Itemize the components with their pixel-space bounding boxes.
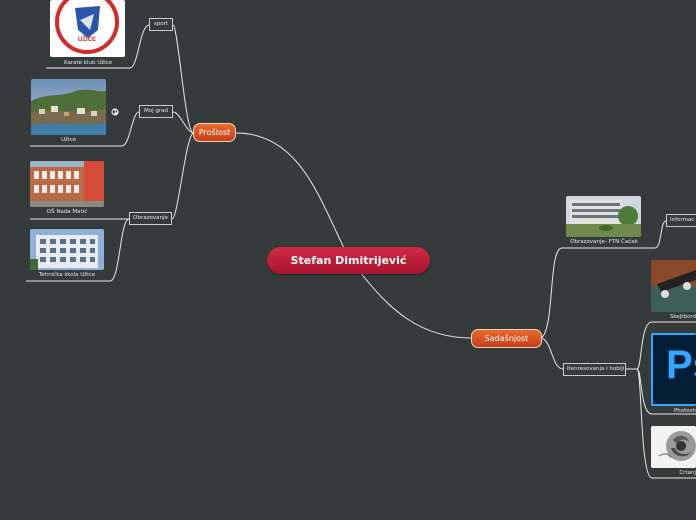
drawing-image[interactable] bbox=[651, 426, 696, 468]
uzice-image[interactable] bbox=[31, 79, 106, 135]
topic-sport[interactable]: sport bbox=[149, 18, 173, 31]
topic-education[interactable]: Obrazovanje bbox=[129, 212, 172, 225]
photoshop-image[interactable]: Ps bbox=[651, 333, 696, 406]
line-central-present bbox=[359, 271, 473, 339]
uzice-caption: Užice bbox=[61, 137, 76, 143]
globe-icon[interactable] bbox=[111, 108, 119, 116]
topic-city[interactable]: Moj grad bbox=[139, 105, 173, 118]
os-nada-matic-image[interactable] bbox=[30, 161, 104, 207]
os-nada-matic-caption: OŠ Nada Matić bbox=[46, 209, 88, 215]
skateboard-caption: Skejtbord bbox=[669, 314, 696, 320]
topic-info[interactable]: Informac bbox=[666, 214, 696, 227]
topic-interests[interactable]: Itenresovanja i hobiji bbox=[563, 363, 626, 376]
tech-school-image[interactable] bbox=[30, 229, 104, 270]
line-central-past bbox=[235, 132, 346, 251]
drawing-caption: Crtanj bbox=[679, 470, 696, 476]
svg-text:UŽICE: UŽICE bbox=[78, 35, 96, 43]
tech-school-caption: Tehnička škola Užice bbox=[38, 272, 96, 278]
ftn-cacak-caption: Obrazovanje- FTN Čačak bbox=[570, 239, 638, 245]
branch-present[interactable]: Sadašnjost bbox=[471, 329, 542, 348]
karate-club-caption: Karate klub Užice bbox=[63, 60, 113, 66]
skateboard-image[interactable] bbox=[651, 260, 696, 312]
ftn-cacak-image[interactable] bbox=[566, 196, 641, 237]
karate-club-image[interactable]: UŽICE bbox=[50, 0, 125, 57]
photoshop-logo: Ps bbox=[666, 343, 696, 387]
central-topic[interactable]: Stefan Dimitrijević bbox=[267, 247, 430, 274]
branch-past[interactable]: Prošlost bbox=[193, 123, 236, 142]
photoshop-caption: Photosh bbox=[673, 408, 696, 414]
